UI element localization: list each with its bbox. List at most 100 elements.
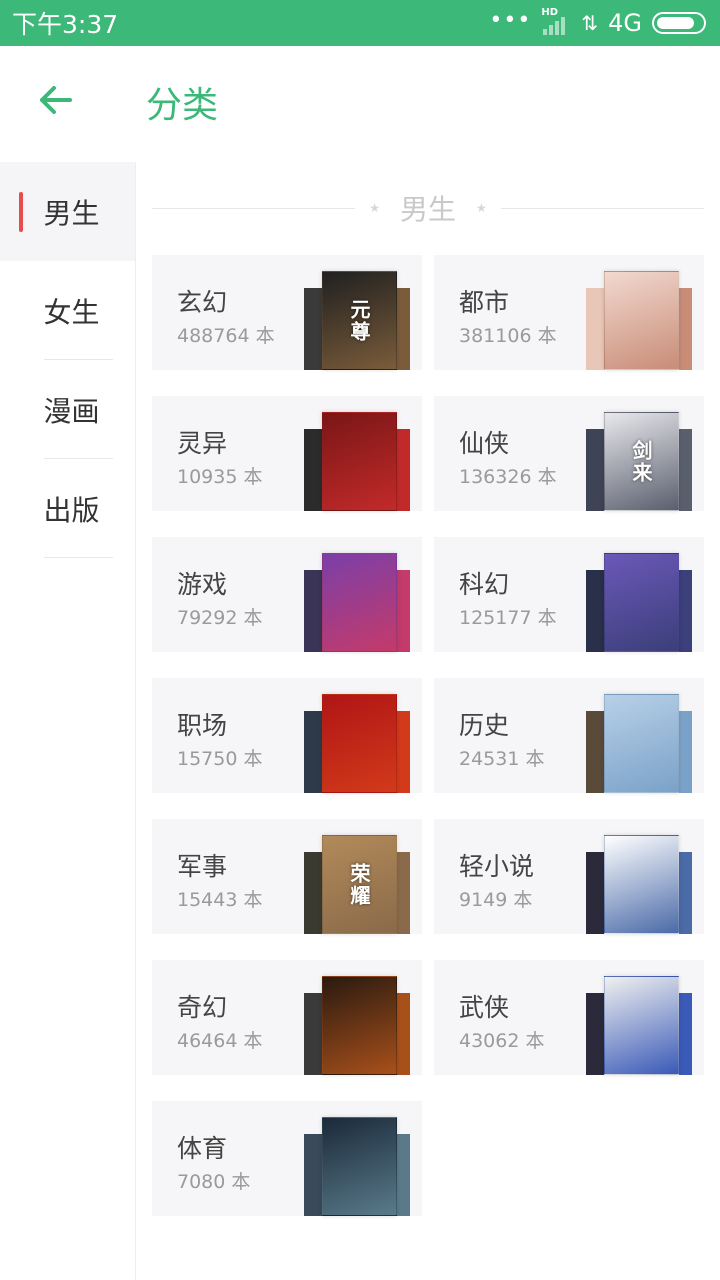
book-cover-back — [678, 429, 692, 511]
heading-line — [152, 207, 356, 209]
back-arrow-icon[interactable] — [36, 80, 76, 120]
book-cover: 元尊 — [322, 271, 397, 370]
book-cover — [604, 553, 679, 652]
book-covers — [304, 694, 410, 793]
book-cover-title: 元尊 — [347, 298, 371, 343]
category-count: 79292 本 — [177, 607, 263, 629]
category-card[interactable]: 奇幻 46464 本 — [152, 960, 422, 1075]
category-count: 10935 本 — [177, 466, 263, 488]
category-count: 9149 本 — [459, 889, 533, 911]
star-icon: ★ — [369, 201, 380, 215]
signal-icon: HD — [541, 7, 571, 35]
category-count: 15443 本 — [177, 889, 263, 911]
book-cover-back — [396, 429, 410, 511]
star-icon: ★ — [476, 201, 487, 215]
category-count: 125177 本 — [459, 607, 557, 629]
category-name: 科幻 — [459, 570, 510, 599]
battery-icon — [652, 12, 706, 34]
book-cover-back — [678, 288, 692, 370]
sidebar-item-publishing[interactable]: 出版 — [0, 459, 135, 558]
category-card[interactable]: 玄幻 488764 本 元尊 — [152, 255, 422, 370]
book-cover — [322, 694, 397, 793]
app-header: 分类 — [0, 46, 720, 158]
book-covers — [586, 271, 692, 370]
heading-line — [500, 207, 705, 209]
sidebar-item-label: 男生 — [43, 196, 100, 230]
category-count: 381106 本 — [459, 325, 557, 347]
book-cover: 剑来 — [604, 412, 679, 511]
status-time: 下午3:37 — [12, 10, 119, 39]
book-cover-back — [396, 852, 410, 934]
sidebar-item-label: 漫画 — [43, 394, 100, 428]
category-name: 玄幻 — [177, 288, 228, 317]
category-count: 46464 本 — [177, 1030, 263, 1052]
book-covers — [304, 553, 410, 652]
section-heading: ★ 男生 ★ — [152, 186, 705, 230]
category-name: 轻小说 — [459, 852, 535, 881]
book-covers — [304, 976, 410, 1075]
category-card[interactable]: 灵异 10935 本 — [152, 396, 422, 511]
category-name: 体育 — [177, 1134, 228, 1163]
sidebar-item-female[interactable]: 女生 — [0, 261, 135, 360]
category-name: 职场 — [177, 711, 228, 740]
book-covers — [586, 694, 692, 793]
book-cover — [322, 412, 397, 511]
more-dots-icon: ••• — [489, 7, 532, 33]
book-cover-back — [396, 570, 410, 652]
book-cover — [322, 1117, 397, 1216]
category-name: 都市 — [459, 288, 510, 317]
section-title: 男生 — [400, 193, 457, 226]
category-card[interactable]: 军事 15443 本 荣耀 — [152, 819, 422, 934]
book-covers: 荣耀 — [304, 835, 410, 934]
category-card[interactable]: 轻小说 9149 本 — [434, 819, 704, 934]
book-covers — [586, 835, 692, 934]
category-card[interactable]: 科幻 125177 本 — [434, 537, 704, 652]
category-card[interactable]: 职场 15750 本 — [152, 678, 422, 793]
sidebar-item-comics[interactable]: 漫画 — [0, 360, 135, 459]
sidebar-item-male[interactable]: 男生 — [0, 162, 135, 261]
category-sidebar: 男生 女生 漫画 出版 — [0, 162, 136, 1280]
category-count: 43062 本 — [459, 1030, 545, 1052]
page-title: 分类 — [146, 85, 219, 126]
sidebar-item-label: 出版 — [43, 493, 100, 527]
category-card[interactable]: 仙侠 136326 本 剑来 — [434, 396, 704, 511]
book-cover-back — [396, 993, 410, 1075]
book-covers: 剑来 — [586, 412, 692, 511]
book-cover — [604, 835, 679, 934]
book-cover-back — [396, 1134, 410, 1216]
book-covers — [304, 1117, 410, 1216]
book-cover-title: 剑来 — [629, 439, 653, 484]
book-cover — [322, 976, 397, 1075]
category-name: 军事 — [177, 852, 228, 881]
category-count: 7080 本 — [177, 1171, 251, 1193]
book-cover-title: 荣耀 — [347, 862, 371, 907]
status-icons: ••• HD ⇅ 4G — [489, 7, 706, 37]
category-count: 136326 本 — [459, 466, 557, 488]
category-name: 仙侠 — [459, 429, 510, 458]
book-covers — [304, 412, 410, 511]
network-type: 4G — [608, 9, 642, 37]
category-count: 24531 本 — [459, 748, 545, 770]
category-card[interactable]: 体育 7080 本 — [152, 1101, 422, 1216]
status-bar: 下午3:37 ••• HD ⇅ 4G — [0, 0, 720, 46]
book-cover: 荣耀 — [322, 835, 397, 934]
category-name: 灵异 — [177, 429, 228, 458]
category-card[interactable]: 武侠 43062 本 — [434, 960, 704, 1075]
book-cover-back — [396, 288, 410, 370]
book-covers — [586, 976, 692, 1075]
book-cover-back — [678, 993, 692, 1075]
book-covers: 元尊 — [304, 271, 410, 370]
category-count: 15750 本 — [177, 748, 263, 770]
category-name: 游戏 — [177, 570, 228, 599]
category-card[interactable]: 历史 24531 本 — [434, 678, 704, 793]
category-count: 488764 本 — [177, 325, 275, 347]
book-cover — [322, 553, 397, 652]
book-cover-back — [396, 711, 410, 793]
data-transfer-icon: ⇅ — [581, 11, 599, 35]
category-card[interactable]: 都市 381106 本 — [434, 255, 704, 370]
sidebar-item-label: 女生 — [43, 295, 100, 329]
category-name: 武侠 — [459, 993, 510, 1022]
book-cover-back — [678, 570, 692, 652]
category-card[interactable]: 游戏 79292 本 — [152, 537, 422, 652]
category-grid: 玄幻 488764 本 元尊 都市 381106 本灵异 10935 本 仙侠 136326 … — [152, 255, 704, 1216]
